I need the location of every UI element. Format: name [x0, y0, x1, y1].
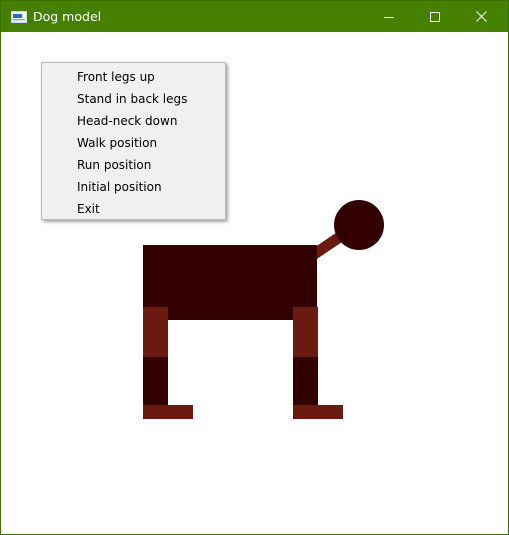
close-icon [475, 7, 487, 26]
menu-item-run-position[interactable]: Run position [42, 154, 225, 176]
minimize-button[interactable] [366, 1, 412, 32]
dog-front-leg-lower [143, 357, 168, 405]
maximize-button[interactable] [412, 1, 458, 32]
title-bar[interactable]: Dog model [1, 1, 508, 32]
dog-front-paw [143, 405, 193, 419]
dog-head [334, 200, 384, 250]
app-window: Dog model Front legs up Stand in back le… [0, 0, 509, 535]
close-button[interactable] [458, 1, 504, 32]
menu-item-front-legs-up[interactable]: Front legs up [42, 66, 225, 88]
dog-back-leg-upper [293, 307, 318, 357]
menu-item-initial-position[interactable]: Initial position [42, 176, 225, 198]
window-title: Dog model [33, 9, 102, 24]
app-icon [11, 9, 27, 23]
maximize-icon [430, 7, 440, 26]
dog-body [143, 245, 317, 320]
minimize-icon [384, 7, 394, 26]
dog-back-leg-lower [293, 357, 318, 405]
dog-back-paw [293, 405, 343, 419]
menu-item-exit[interactable]: Exit [42, 198, 225, 220]
context-menu: Front legs up Stand in back legs Head-ne… [41, 62, 226, 220]
menu-item-walk-position[interactable]: Walk position [42, 132, 225, 154]
dog-front-leg-upper [143, 307, 168, 357]
menu-item-head-neck-down[interactable]: Head-neck down [42, 110, 225, 132]
menu-item-stand-in-back-legs[interactable]: Stand in back legs [42, 88, 225, 110]
